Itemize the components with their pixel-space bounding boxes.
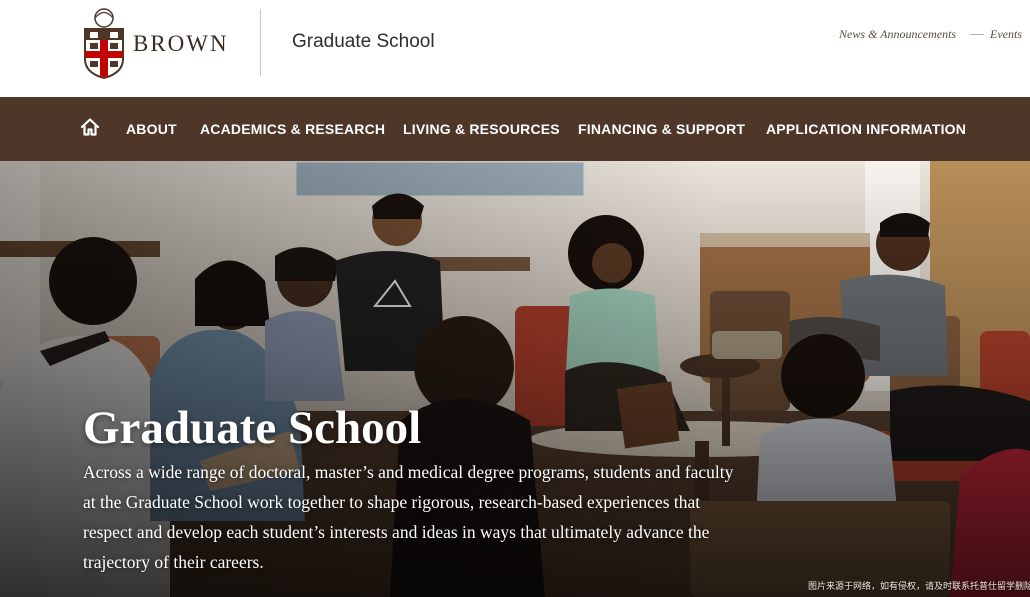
school-name-link[interactable]: Graduate School xyxy=(292,31,435,53)
header-divider xyxy=(260,9,261,76)
nav-application-information[interactable]: APPLICATION INFORMATION xyxy=(766,121,966,137)
home-icon[interactable] xyxy=(80,117,100,137)
events-link[interactable]: Events xyxy=(990,27,1022,42)
hero-banner: Graduate School Across a wide range of d… xyxy=(0,161,1030,597)
brand-wordmark[interactable]: BROWN xyxy=(133,31,229,57)
nav-financing-support[interactable]: FINANCING & SUPPORT xyxy=(578,121,745,137)
utility-separator xyxy=(970,34,984,35)
nav-academics-research[interactable]: ACADEMICS & RESEARCH xyxy=(200,121,385,137)
news-announcements-link[interactable]: News & Announcements xyxy=(839,27,956,42)
brown-shield-logo[interactable] xyxy=(82,7,126,79)
hero-title: Graduate School xyxy=(83,402,422,454)
hero-description: Across a wide range of doctoral, master’… xyxy=(83,462,734,572)
image-watermark: 图片来源于网络，如有侵权，请及时联系托普仕留学删除 xyxy=(808,581,1030,591)
nav-living-resources[interactable]: LIVING & RESOURCES xyxy=(403,121,560,137)
site-header: BROWN Graduate School News & Announcemen… xyxy=(0,0,1030,97)
nav-about[interactable]: ABOUT xyxy=(126,121,177,137)
